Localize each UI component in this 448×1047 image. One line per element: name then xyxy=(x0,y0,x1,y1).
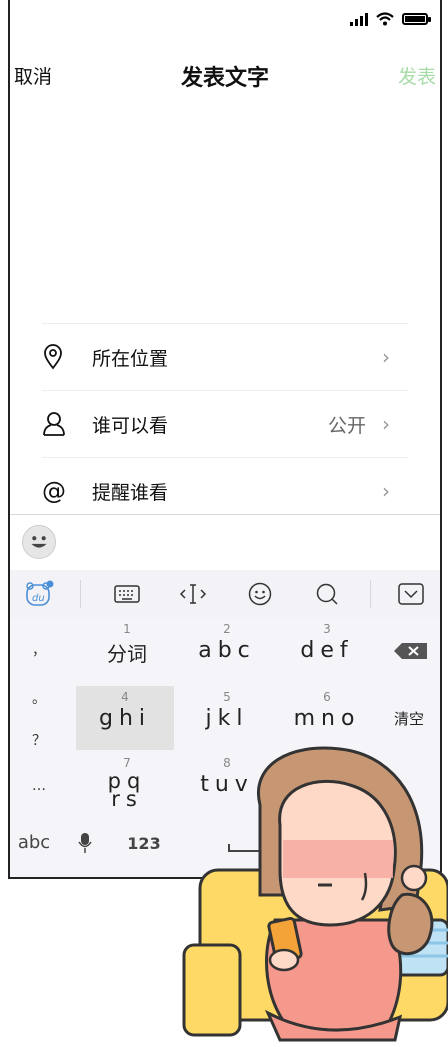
cartoon-girl-illustration xyxy=(182,746,448,1042)
punct-key-question[interactable]: ？ xyxy=(32,730,46,750)
emoji-bar xyxy=(10,514,440,571)
option-label-mention: 提醒谁看 xyxy=(92,481,169,504)
chevron-right-icon: › xyxy=(382,479,390,503)
person-icon xyxy=(42,411,76,437)
location-pin-icon xyxy=(42,344,76,370)
svg-text:du: du xyxy=(32,593,45,604)
key-7[interactable]: 7 pqrs xyxy=(78,752,176,818)
abc-switch-key[interactable]: abc xyxy=(14,832,54,862)
wifi-icon xyxy=(376,12,394,26)
keyboard-toolbar: du xyxy=(10,570,440,618)
du-logo-icon[interactable]: du xyxy=(24,580,54,608)
visibility-value: 公开 xyxy=(327,414,366,437)
status-bar xyxy=(350,12,431,26)
option-label-visibility: 谁可以看 xyxy=(92,414,169,437)
key-2[interactable]: 2 abc xyxy=(178,618,276,680)
backspace-key[interactable] xyxy=(388,642,432,664)
microphone-key[interactable] xyxy=(72,832,98,862)
nav-bar: 取消 发表文字 发表 xyxy=(10,56,440,96)
key-1[interactable]: 1 分词 xyxy=(78,618,176,680)
numeric-switch-key[interactable]: 123 xyxy=(122,834,166,860)
key-5[interactable]: 5 jkl xyxy=(178,686,276,750)
option-label-location: 所在位置 xyxy=(92,347,169,370)
signal-icon xyxy=(350,12,368,26)
punct-key-comma[interactable]: ， xyxy=(32,640,46,660)
punct-key-period[interactable]: 。 xyxy=(32,688,46,708)
chevron-right-icon: › xyxy=(382,345,390,369)
clear-key[interactable]: 清空 xyxy=(384,708,434,732)
emoji-toggle-button[interactable] xyxy=(22,525,56,559)
search-icon[interactable] xyxy=(312,580,342,608)
divider xyxy=(80,580,81,608)
emoji-icon[interactable] xyxy=(245,580,275,608)
punct-key-ellipsis[interactable]: … xyxy=(32,778,46,794)
option-visibility[interactable]: 谁可以看 公开 › xyxy=(42,390,408,457)
key-6[interactable]: 6 mno xyxy=(278,686,376,750)
backspace-icon xyxy=(394,643,427,659)
at-sign-icon: @ xyxy=(42,477,66,505)
divider xyxy=(370,580,371,608)
microphone-icon xyxy=(78,833,92,853)
chevron-right-icon: › xyxy=(382,412,390,436)
page-title: 发表文字 xyxy=(180,66,269,91)
option-location[interactable]: 所在位置 › xyxy=(42,323,408,390)
cursor-icon[interactable] xyxy=(178,580,208,608)
key-3[interactable]: 3 def xyxy=(278,618,376,680)
post-options: 所在位置 › 谁可以看 公开 › @ 提醒谁看 › xyxy=(42,323,408,524)
collapse-keyboard-icon[interactable] xyxy=(396,580,426,608)
keyboard-icon[interactable] xyxy=(112,580,142,608)
battery-icon xyxy=(402,13,431,25)
key-4[interactable]: 4 ghi xyxy=(76,686,174,750)
publish-button[interactable]: 发表 xyxy=(398,62,436,89)
